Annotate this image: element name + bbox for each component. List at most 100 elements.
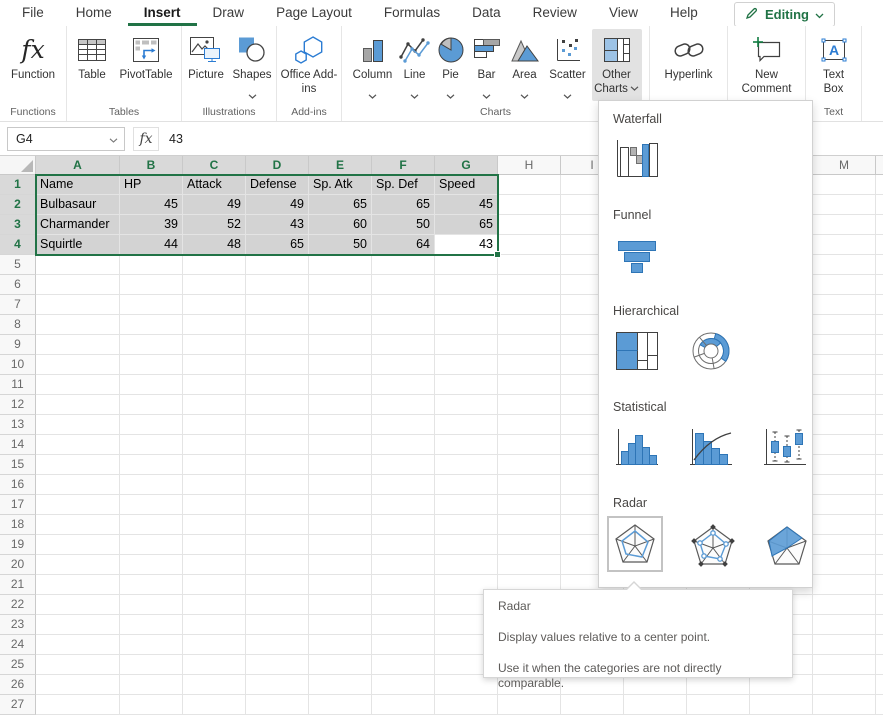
ribbon-tab-draw[interactable]: Draw	[197, 2, 261, 26]
row-header-18[interactable]: 18	[0, 515, 36, 535]
cell-G26[interactable]	[435, 675, 498, 695]
cell-D22[interactable]	[246, 595, 309, 615]
cell-D7[interactable]	[246, 295, 309, 315]
cell-E9[interactable]	[309, 335, 372, 355]
cell-A27[interactable]	[36, 695, 120, 715]
cell-A10[interactable]	[36, 355, 120, 375]
cell-G11[interactable]	[435, 375, 498, 395]
cell-C24[interactable]	[183, 635, 246, 655]
cell-C12[interactable]	[183, 395, 246, 415]
line-chart-button[interactable]: Line	[396, 29, 434, 101]
cell-B23[interactable]	[120, 615, 183, 635]
cell-C2[interactable]: 49	[183, 195, 246, 215]
cell-B22[interactable]	[120, 595, 183, 615]
row-header-25[interactable]: 25	[0, 655, 36, 675]
cell-D5[interactable]	[246, 255, 309, 275]
cell-E8[interactable]	[309, 315, 372, 335]
cell-N6[interactable]	[876, 275, 883, 295]
row-header-8[interactable]: 8	[0, 315, 36, 335]
cell-H3[interactable]	[498, 215, 561, 235]
cell-H13[interactable]	[498, 415, 561, 435]
cell-N25[interactable]	[876, 655, 883, 675]
cell-D18[interactable]	[246, 515, 309, 535]
cell-H4[interactable]	[498, 235, 561, 255]
cell-F1[interactable]: Sp. Def	[372, 175, 435, 195]
ribbon-tab-review[interactable]: Review	[517, 2, 593, 26]
row-header-12[interactable]: 12	[0, 395, 36, 415]
cell-E13[interactable]	[309, 415, 372, 435]
cell-G6[interactable]	[435, 275, 498, 295]
cell-E25[interactable]	[309, 655, 372, 675]
bar-chart-button[interactable]: Bar	[468, 29, 506, 101]
cell-C9[interactable]	[183, 335, 246, 355]
select-all-corner[interactable]	[0, 156, 36, 175]
cell-F15[interactable]	[372, 455, 435, 475]
cell-D21[interactable]	[246, 575, 309, 595]
cell-H16[interactable]	[498, 475, 561, 495]
cell-E15[interactable]	[309, 455, 372, 475]
row-header-10[interactable]: 10	[0, 355, 36, 375]
row-header-6[interactable]: 6	[0, 275, 36, 295]
cell-G3[interactable]: 65	[435, 215, 498, 235]
text-box-button[interactable]: A Text Box	[812, 29, 856, 101]
cell-H14[interactable]	[498, 435, 561, 455]
cell-D19[interactable]	[246, 535, 309, 555]
cell-D1[interactable]: Defense	[246, 175, 309, 195]
cell-G20[interactable]	[435, 555, 498, 575]
cell-M27[interactable]	[813, 695, 876, 715]
row-header-21[interactable]: 21	[0, 575, 36, 595]
cell-C3[interactable]: 52	[183, 215, 246, 235]
cell-F9[interactable]	[372, 335, 435, 355]
cell-E19[interactable]	[309, 535, 372, 555]
function-button[interactable]: fx Function	[4, 29, 62, 101]
cell-G4[interactable]: 43	[435, 235, 498, 255]
cell-A20[interactable]	[36, 555, 120, 575]
cell-E17[interactable]	[309, 495, 372, 515]
cell-B25[interactable]	[120, 655, 183, 675]
row-header-26[interactable]: 26	[0, 675, 36, 695]
column-header-N[interactable]: N	[876, 156, 883, 175]
area-chart-button[interactable]: Area	[506, 29, 544, 101]
cell-A8[interactable]	[36, 315, 120, 335]
cell-M12[interactable]	[813, 395, 876, 415]
cell-D8[interactable]	[246, 315, 309, 335]
cell-M18[interactable]	[813, 515, 876, 535]
row-header-5[interactable]: 5	[0, 255, 36, 275]
row-header-16[interactable]: 16	[0, 475, 36, 495]
cell-C13[interactable]	[183, 415, 246, 435]
cell-M20[interactable]	[813, 555, 876, 575]
cell-D20[interactable]	[246, 555, 309, 575]
cell-N24[interactable]	[876, 635, 883, 655]
row-header-13[interactable]: 13	[0, 415, 36, 435]
cell-E4[interactable]: 50	[309, 235, 372, 255]
cell-M16[interactable]	[813, 475, 876, 495]
cell-E20[interactable]	[309, 555, 372, 575]
cell-N22[interactable]	[876, 595, 883, 615]
cell-M13[interactable]	[813, 415, 876, 435]
cell-I27[interactable]	[561, 695, 624, 715]
cell-H12[interactable]	[498, 395, 561, 415]
cell-M17[interactable]	[813, 495, 876, 515]
row-header-17[interactable]: 17	[0, 495, 36, 515]
pareto-chart-icon[interactable]	[687, 423, 735, 471]
cell-E26[interactable]	[309, 675, 372, 695]
cell-C6[interactable]	[183, 275, 246, 295]
cell-N7[interactable]	[876, 295, 883, 315]
cell-G13[interactable]	[435, 415, 498, 435]
cell-C15[interactable]	[183, 455, 246, 475]
cell-M1[interactable]	[813, 175, 876, 195]
cell-F6[interactable]	[372, 275, 435, 295]
cell-H18[interactable]	[498, 515, 561, 535]
cell-M5[interactable]	[813, 255, 876, 275]
cell-A4[interactable]: Squirtle	[36, 235, 120, 255]
cell-C21[interactable]	[183, 575, 246, 595]
column-chart-button[interactable]: Column	[350, 29, 396, 101]
cell-M10[interactable]	[813, 355, 876, 375]
new-comment-button[interactable]: New Comment	[734, 29, 800, 101]
cell-A9[interactable]	[36, 335, 120, 355]
cell-B7[interactable]	[120, 295, 183, 315]
box-whisker-chart-icon[interactable]	[761, 423, 809, 471]
cell-N19[interactable]	[876, 535, 883, 555]
name-box[interactable]: G4	[7, 127, 125, 151]
cell-M19[interactable]	[813, 535, 876, 555]
